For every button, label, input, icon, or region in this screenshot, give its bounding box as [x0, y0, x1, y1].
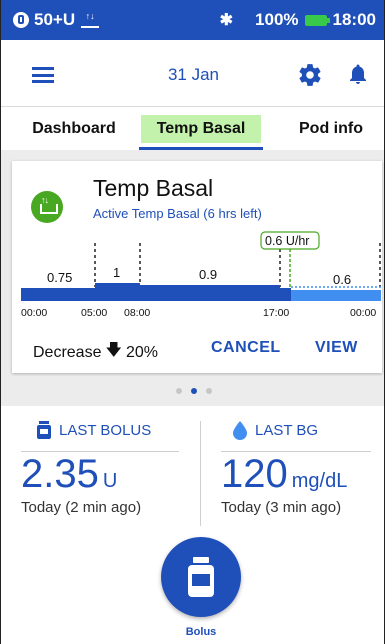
- last-bolus-header: LAST BOLUS: [37, 421, 151, 439]
- pager: [1, 376, 384, 406]
- app-header: 31 Jan: [1, 40, 384, 106]
- basal-chart: 0.75 1 0.9 0.6 0.6 U/hr 00:00 05:00 08:0…: [21, 231, 381, 319]
- last-bg-value-row: 120 mg/dL: [221, 452, 347, 497]
- app-frame: 50+U ↑↓ ✱ 100% 18:00 31 Jan Dashboard Te…: [0, 0, 385, 644]
- decrease-summary: Decrease 🡇 20%: [33, 339, 158, 366]
- segment-bar-4a: [280, 288, 291, 301]
- last-bg-value: 120: [221, 452, 288, 496]
- last-bolus-value-row: 2.35 U: [21, 452, 117, 497]
- last-bolus-unit: U: [102, 470, 118, 492]
- bolus-button-label[interactable]: Bolus: [161, 626, 241, 638]
- last-bg-unit: mg/dL: [291, 470, 348, 492]
- decrease-label: Decrease: [33, 343, 102, 361]
- last-bolus-label: LAST BOLUS: [59, 421, 152, 439]
- pager-dots: [1, 380, 384, 402]
- tab-temp-basal[interactable]: Temp Basal: [141, 115, 261, 143]
- stats-panel: LAST BOLUS 2.35 U Today (2 min ago) LAST…: [1, 406, 384, 644]
- bolus-button[interactable]: [161, 537, 241, 617]
- tab-dashboard[interactable]: Dashboard: [19, 115, 129, 143]
- status-bar: 50+U ↑↓ ✱ 100% 18:00: [1, 0, 384, 40]
- gear-icon[interactable]: [297, 62, 323, 88]
- pager-dot[interactable]: [205, 388, 212, 394]
- battery-percent: 100%: [255, 10, 299, 29]
- clock-time: 18:00: [332, 10, 376, 29]
- rate-label-2: 1: [113, 265, 120, 280]
- last-bolus-value: 2.35: [21, 452, 99, 496]
- last-bg-label: LAST BG: [255, 422, 319, 439]
- pager-dot[interactable]: [175, 388, 182, 394]
- last-bg-time: Today (3 min ago): [221, 499, 342, 516]
- rate-label-4: 0.6: [333, 272, 351, 287]
- time-label-4: 00:00: [350, 307, 376, 319]
- insulin-vial-icon: [37, 421, 51, 439]
- segment-bar-2: [95, 283, 140, 301]
- segment-bar-1: [21, 288, 95, 301]
- last-bolus-time: Today (2 min ago): [21, 499, 142, 516]
- temp-basal-status-icon: ↑↓: [81, 12, 100, 28]
- tab-bar: Dashboard Temp Basal Pod info: [1, 106, 384, 150]
- system-status-area: ✱ 100% 18:00: [220, 10, 376, 30]
- stats-vertical-divider: [200, 421, 201, 526]
- time-label-1: 05:00: [81, 307, 107, 319]
- pod-icon: [13, 12, 29, 28]
- segment-bar-4b: [291, 290, 381, 301]
- decrease-value: 20%: [125, 343, 158, 361]
- time-label-3: 17:00: [263, 307, 289, 319]
- blood-drop-icon: [233, 421, 247, 440]
- insulin-vial-icon: [188, 557, 214, 597]
- tab-pod-info[interactable]: Pod info: [283, 115, 379, 143]
- card-carousel[interactable]: Temp Basal Active Temp Basal (6 hrs left…: [1, 150, 384, 376]
- battery-icon: [304, 14, 330, 26]
- cancel-button[interactable]: CANCEL: [211, 339, 281, 357]
- segment-bar-3: [140, 285, 280, 301]
- arrow-down-icon: 🡇: [105, 342, 122, 359]
- rate-label-1: 0.75: [47, 270, 72, 285]
- bluetooth-icon: ✱: [219, 12, 234, 29]
- pod-status-area: 50+U ↑↓: [13, 10, 100, 30]
- bell-icon[interactable]: [346, 61, 370, 87]
- view-button[interactable]: VIEW: [315, 339, 358, 357]
- time-label-0: 00:00: [21, 307, 47, 319]
- last-bg-header: LAST BG: [233, 421, 318, 440]
- current-rate-label: 0.6 U/hr: [265, 234, 309, 248]
- rate-label-3: 0.9: [199, 267, 217, 282]
- pager-dot-active[interactable]: [190, 388, 197, 394]
- time-label-2: 08:00: [124, 307, 150, 319]
- pod-insulin-status: 50+U: [34, 10, 76, 29]
- header-date: 31 Jan: [167, 65, 220, 84]
- temp-basal-card: Temp Basal Active Temp Basal (6 hrs left…: [12, 161, 382, 373]
